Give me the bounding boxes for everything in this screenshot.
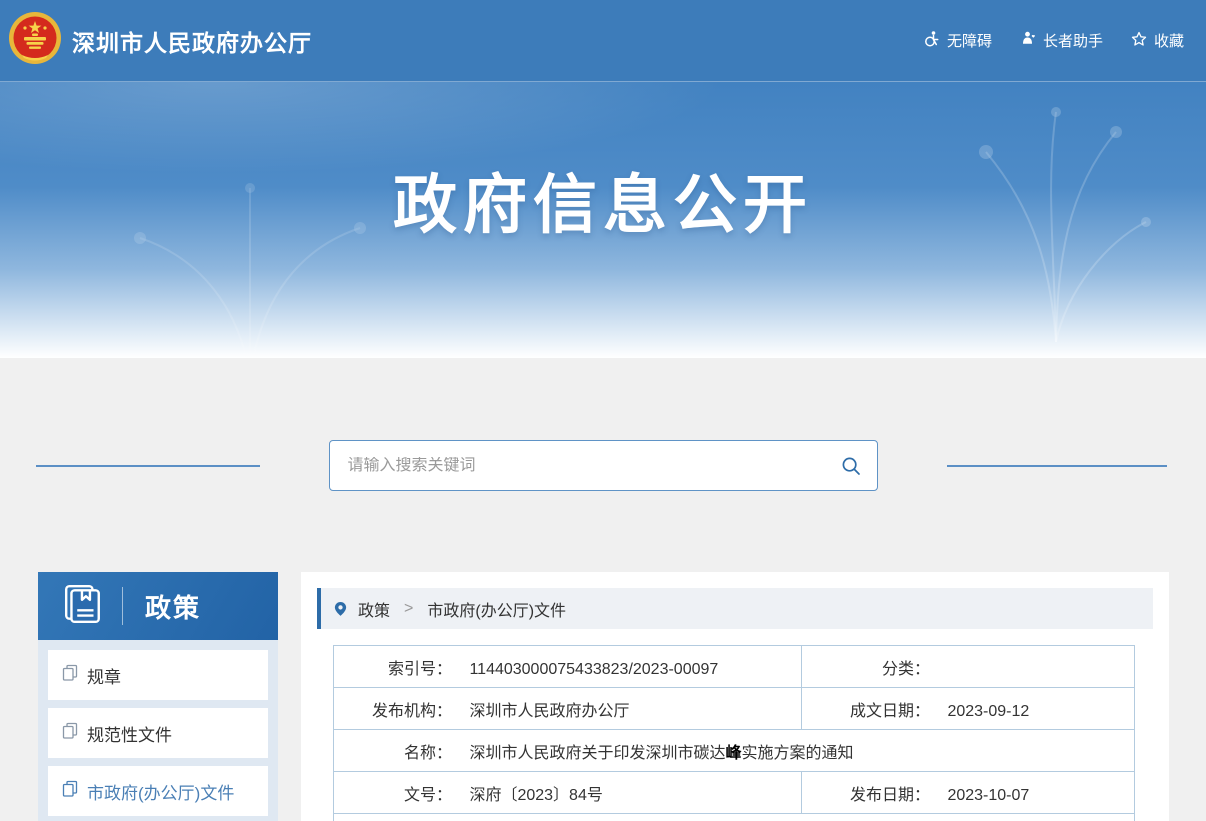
location-pin-icon <box>333 600 348 618</box>
document-icon <box>62 780 78 802</box>
document-icon <box>62 664 78 686</box>
book-icon <box>62 583 104 630</box>
breadcrumb-separator: > <box>404 600 413 618</box>
sidebar-item-regulations[interactable]: 规章 <box>48 650 268 700</box>
table-row-index-category: 索引号： 114403000075433823/2023-00097 分类： <box>334 646 1135 688</box>
written-date-cell: 成文日期： 2023-09-12 <box>802 688 1135 730</box>
elder-assist-link[interactable]: 长者助手 <box>1020 30 1103 51</box>
document-info-table: 索引号： 114403000075433823/2023-00097 分类： 发… <box>333 645 1135 821</box>
sidebar-item-normative-documents[interactable]: 规范性文件 <box>48 708 268 758</box>
elder-assist-icon <box>1020 31 1036 51</box>
favorite-label: 收藏 <box>1154 30 1184 51</box>
category-cell: 分类： <box>802 646 1135 688</box>
sidebar-header: 政策 <box>38 572 278 640</box>
document-number-label: 文号： <box>334 781 452 805</box>
breadcrumb-current: 市政府(办公厅)文件 <box>427 597 566 621</box>
page-title: 政府信息公开 <box>0 82 1206 246</box>
main-content: 政策 规章 <box>0 572 1206 821</box>
star-icon <box>1131 31 1147 51</box>
document-number-value: 深府〔2023〕84号 <box>469 787 602 804</box>
publish-date-label: 发布日期： <box>802 781 930 805</box>
accessibility-icon <box>923 30 940 51</box>
breadcrumb: 政策 > 市政府(办公厅)文件 <box>317 588 1153 629</box>
topbar-links: 无障碍 长者助手 收藏 <box>923 30 1184 51</box>
sidebar-panel: 规章 规范性文件 <box>38 640 278 821</box>
index-number-value: 114403000075433823/2023-00097 <box>469 661 718 678</box>
publisher-value: 深圳市人民政府办公厅 <box>469 703 629 720</box>
sidebar-item-municipal-government-documents[interactable]: 市政府(办公厅)文件 <box>48 766 268 816</box>
elder-assist-label: 长者助手 <box>1043 30 1103 51</box>
topbar: 深圳市人民政府办公厅 无障碍 <box>0 0 1206 82</box>
category-label: 分类： <box>802 655 930 679</box>
table-row-publisher-date: 发布机构： 深圳市人民政府办公厅 成文日期： 2023-09-12 <box>334 688 1135 730</box>
partial-cell <box>334 814 1135 821</box>
sidebar-item-label: 规范性文件 <box>87 721 172 746</box>
publish-date-cell: 发布日期： 2023-10-07 <box>802 772 1135 814</box>
document-number-cell: 文号： 深府〔2023〕84号 <box>334 772 802 814</box>
breadcrumb-root-link[interactable]: 政策 <box>358 597 390 621</box>
search-highlight: 峰 <box>725 745 741 762</box>
search-icon[interactable] <box>841 456 861 476</box>
publisher-cell: 发布机构： 深圳市人民政府办公厅 <box>334 688 802 730</box>
index-number-cell: 索引号： 114403000075433823/2023-00097 <box>334 646 802 688</box>
written-date-value: 2023-09-12 <box>947 703 1029 720</box>
sidebar: 政策 规章 <box>38 572 278 821</box>
publisher-label: 发布机构： <box>334 697 452 721</box>
accessibility-link[interactable]: 无障碍 <box>923 30 992 51</box>
sidebar-header-label: 政策 <box>145 588 201 625</box>
written-date-label: 成文日期： <box>802 697 930 721</box>
favorite-link[interactable]: 收藏 <box>1131 30 1184 51</box>
sidebar-item-label: 规章 <box>87 663 121 688</box>
decorative-line-right <box>947 465 1167 467</box>
accessibility-label: 无障碍 <box>947 30 992 51</box>
sidebar-item-label: 市政府(办公厅)文件 <box>87 779 234 804</box>
site-title: 深圳市人民政府办公厅 <box>72 24 312 58</box>
document-name-value: 深圳市人民政府关于印发深圳市碳达峰实施方案的通知 <box>469 745 853 762</box>
site-home-link[interactable]: 深圳市人民政府办公厅 <box>8 11 312 70</box>
content-card: 政策 > 市政府(办公厅)文件 索引号： 114403000075433823/… <box>301 572 1169 821</box>
table-row-partial <box>334 814 1135 821</box>
index-number-label: 索引号： <box>334 655 452 679</box>
publish-date-value: 2023-10-07 <box>947 787 1029 804</box>
search-input[interactable] <box>348 457 841 475</box>
table-row-name: 名称： 深圳市人民政府关于印发深圳市碳达峰实施方案的通知 <box>334 730 1135 772</box>
document-name-label: 名称： <box>334 739 452 763</box>
search-box <box>329 440 878 491</box>
document-name-cell: 名称： 深圳市人民政府关于印发深圳市碳达峰实施方案的通知 <box>334 730 1135 772</box>
decorative-line-left <box>36 465 260 467</box>
banner: 政府信息公开 <box>0 82 1206 358</box>
national-emblem-icon <box>8 11 62 70</box>
search-section <box>0 358 1206 572</box>
table-row-docno-publishdate: 文号： 深府〔2023〕84号 发布日期： 2023-10-07 <box>334 772 1135 814</box>
document-icon <box>62 722 78 744</box>
sidebar-header-divider <box>122 587 123 625</box>
page: 深圳市人民政府办公厅 无障碍 <box>0 0 1206 821</box>
